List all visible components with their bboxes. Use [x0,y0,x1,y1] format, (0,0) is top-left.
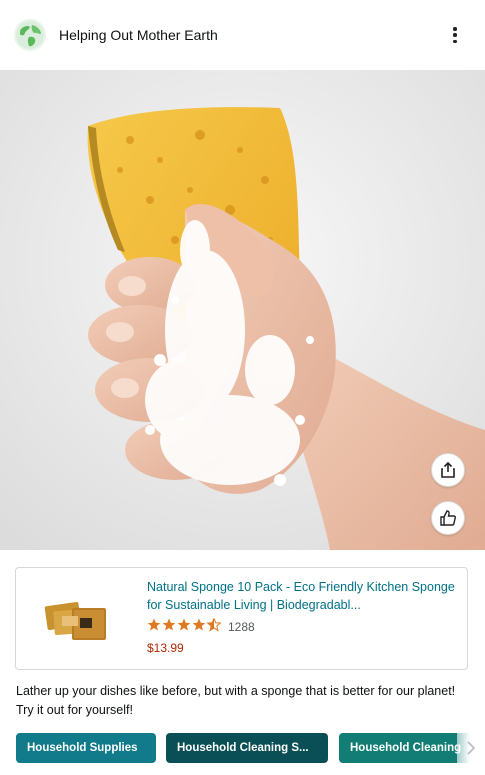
more-vertical-icon[interactable] [447,24,463,46]
share-icon[interactable] [431,453,465,487]
globe-icon[interactable] [14,19,46,51]
tag-household-cleaning-supplies[interactable]: Household Cleaning S... [166,733,328,763]
rating-count[interactable]: 1288 [228,620,255,634]
chevron-right-icon[interactable] [457,733,485,763]
sponge-hand-photo [0,70,485,550]
product-thumbnail[interactable] [44,588,110,646]
tag-list: Household Supplies Household Cleaning S.… [0,733,485,767]
product-title-link[interactable]: Natural Sponge 10 Pack - Eco Friendly Ki… [147,578,457,614]
product-card[interactable]: Natural Sponge 10 Pack - Eco Friendly Ki… [15,567,468,670]
star-rating-icon [147,617,223,635]
post-image[interactable] [0,70,485,550]
post-card: Helping Out Mother Earth Natural Sponge … [0,0,485,775]
post-author-title[interactable]: Helping Out Mother Earth [59,27,218,43]
tag-household-supplies[interactable]: Household Supplies [16,733,156,763]
post-caption: Lather up your dishes like before, but w… [16,684,456,717]
product-price: $13.99 [147,641,184,655]
product-rating[interactable]: 1288 [147,617,255,635]
thumbs-up-icon[interactable] [431,501,465,535]
post-header: Helping Out Mother Earth [0,0,485,70]
